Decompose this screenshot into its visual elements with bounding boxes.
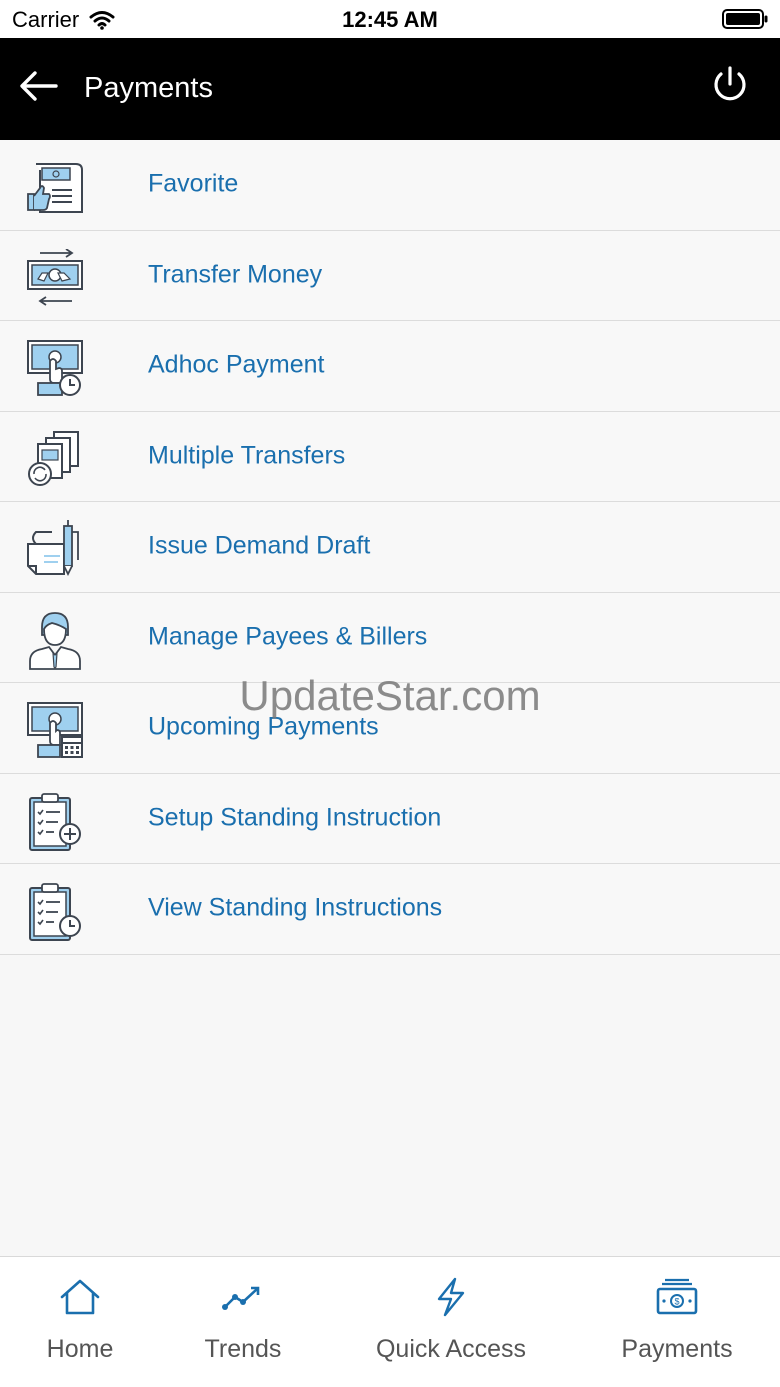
tab-trends[interactable]: Trends (186, 1257, 300, 1387)
app-header: Payments (0, 38, 780, 140)
menu-item-label: Manage Payees & Billers (148, 622, 428, 650)
tab-label: Quick Access (375, 1335, 527, 1363)
tab-home[interactable]: Home (22, 1257, 138, 1387)
trends-icon (222, 1286, 260, 1310)
tab-label: Home (46, 1335, 114, 1363)
clipboard-clock-icon (29, 883, 81, 941)
menu-item-label: Upcoming Payments (148, 712, 379, 741)
adhoc-payment-icon (27, 340, 83, 396)
page-title: Payments (84, 72, 213, 104)
lightning-icon (437, 1277, 465, 1317)
menu-item-label: Adhoc Payment (148, 350, 325, 379)
multiple-transfers-icon (28, 430, 79, 486)
clipboard-add-icon (29, 792, 81, 851)
payee-person-icon (29, 611, 81, 670)
upcoming-payments-icon (27, 702, 83, 758)
menu-item-transfer-money[interactable]: Transfer Money (0, 230, 780, 321)
menu-item-label: Multiple Transfers (148, 441, 346, 469)
menu-item-label: View Standing Instructions (148, 893, 443, 922)
menu-item-label: Transfer Money (148, 260, 323, 288)
menu-item-issue-demand-draft[interactable]: Issue Demand Draft (0, 502, 780, 593)
tab-payments[interactable]: $ Payments (608, 1257, 746, 1387)
back-arrow-icon[interactable] (18, 68, 60, 104)
demand-draft-icon (27, 520, 79, 577)
tab-label: Payments (621, 1335, 733, 1363)
menu-item-favorite[interactable]: Favorite (0, 140, 780, 231)
menu-item-view-standing-instructions[interactable]: View Standing Instructions (0, 864, 780, 955)
menu-item-setup-standing-instruction[interactable]: Setup Standing Instruction (0, 773, 780, 864)
battery-icon (722, 9, 768, 29)
status-bar: Carrier 12:45 AM (0, 0, 780, 38)
menu-item-adhoc-payment[interactable]: Adhoc Payment (0, 321, 780, 412)
tab-label: Trends (204, 1335, 282, 1363)
menu-item-upcoming-payments[interactable]: Upcoming Payments (0, 683, 780, 774)
status-time: 12:45 AM (342, 7, 438, 32)
menu-item-label: Issue Demand Draft (148, 531, 371, 560)
tab-quick-access[interactable]: Quick Access (360, 1257, 542, 1387)
power-icon[interactable] (710, 64, 750, 106)
home-icon (60, 1279, 100, 1315)
transfer-money-icon (27, 248, 83, 306)
payments-menu-list: Favorite Transfer Money Adhoc Payment Mu… (0, 140, 780, 955)
menu-item-label: Setup Standing Instruction (148, 803, 442, 831)
menu-item-manage-payees-billers[interactable]: Manage Payees & Billers (0, 592, 780, 683)
banknote-icon: $ (656, 1278, 698, 1315)
favorite-icon (27, 163, 83, 213)
menu-item-multiple-transfers[interactable]: Multiple Transfers (0, 411, 780, 502)
bottom-tab-bar: Home Trends Quick Access $ Payments (0, 1256, 780, 1387)
svg-text:$: $ (674, 1297, 679, 1307)
menu-item-label: Favorite (148, 169, 239, 198)
